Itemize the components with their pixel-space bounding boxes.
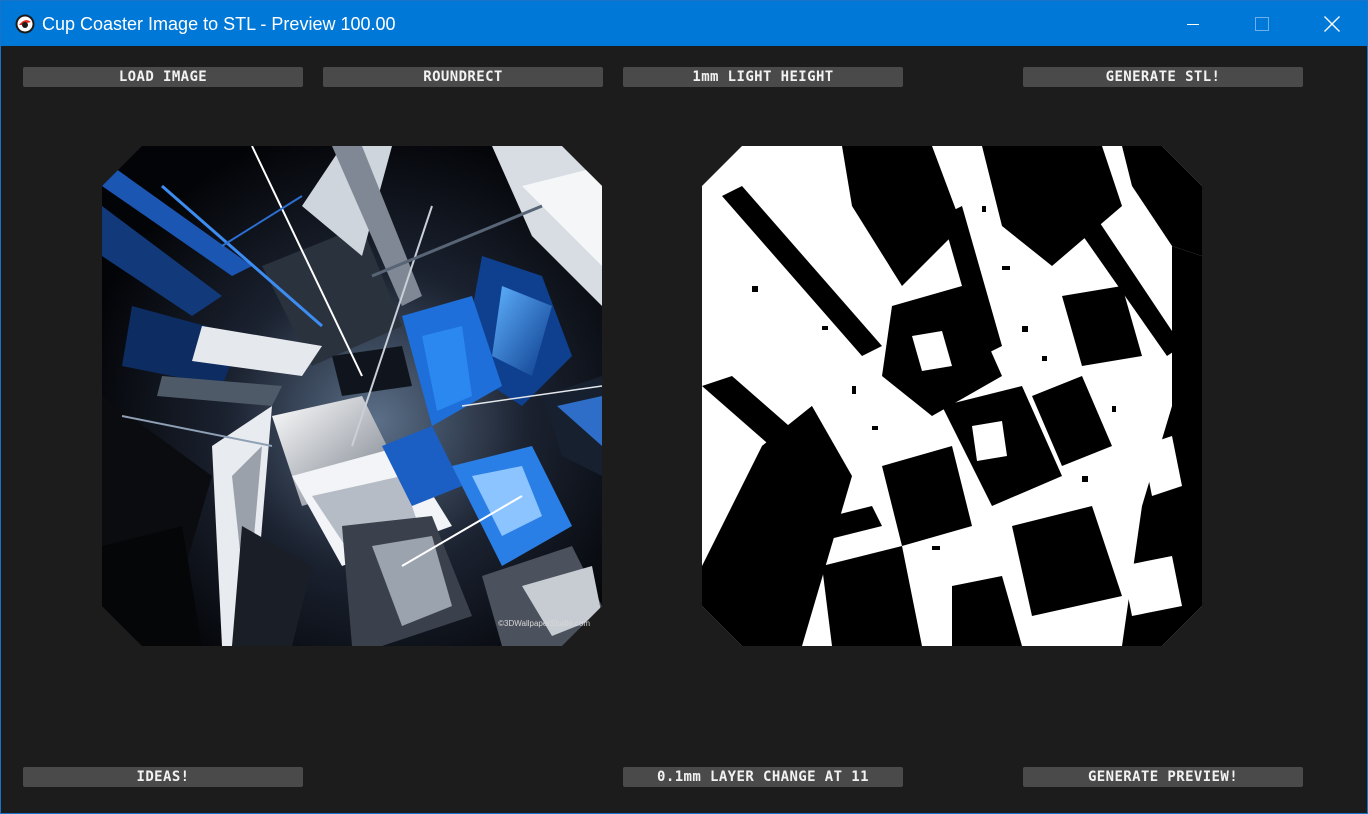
maximize-icon <box>1255 16 1269 31</box>
shape-toggle-button[interactable]: ROUNDRECT <box>323 67 603 87</box>
image-watermark: ©3DWallpaperStudio.com <box>498 619 590 628</box>
app-logo-icon <box>15 14 35 34</box>
source-image: ©3DWallpaperStudio.com <box>102 146 602 646</box>
maximize-button[interactable] <box>1227 1 1297 46</box>
close-button[interactable] <box>1297 1 1367 46</box>
generate-preview-button[interactable]: GENERATE PREVIEW! <box>1023 767 1303 787</box>
minimize-icon <box>1187 18 1199 30</box>
app-window: Cup Coaster Image to STL - Preview 100.0… <box>0 0 1368 814</box>
layer-change-button[interactable]: 0.1mm LAYER CHANGE AT 11 <box>623 767 903 787</box>
title-bar[interactable]: Cup Coaster Image to STL - Preview 100.0… <box>1 1 1367 46</box>
light-height-button[interactable]: 1mm LIGHT HEIGHT <box>623 67 903 87</box>
minimize-button[interactable] <box>1158 1 1228 46</box>
window-title: Cup Coaster Image to STL - Preview 100.0… <box>42 14 396 34</box>
close-icon <box>1324 15 1340 32</box>
generate-stl-button[interactable]: GENERATE STL! <box>1023 67 1303 87</box>
ideas-button[interactable]: IDEAS! <box>23 767 303 787</box>
load-image-button[interactable]: LOAD IMAGE <box>23 67 303 87</box>
main-canvas: LOAD IMAGE ROUNDRECT 1mm LIGHT HEIGHT GE… <box>1 46 1367 813</box>
preview-image <box>702 146 1202 646</box>
